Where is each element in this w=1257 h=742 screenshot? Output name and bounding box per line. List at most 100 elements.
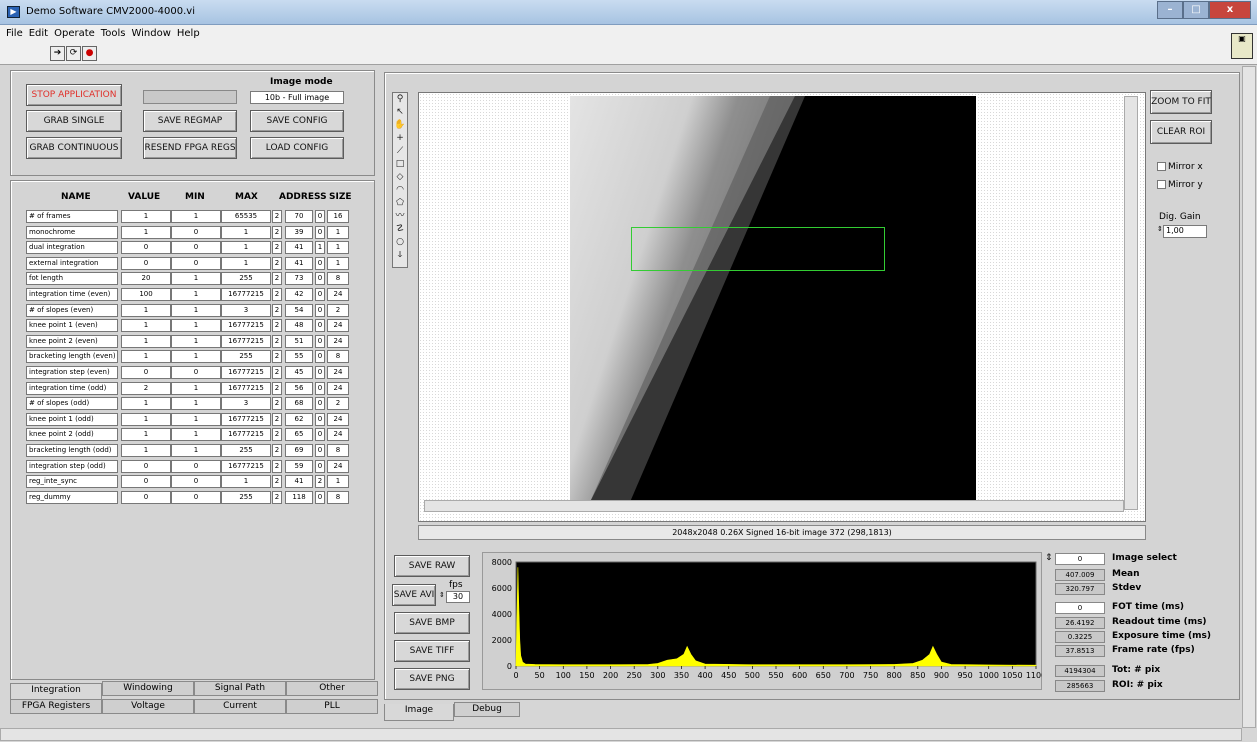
tab-voltage[interactable]: Voltage <box>102 699 194 714</box>
line-icon[interactable]: ⟋ <box>394 146 406 158</box>
stat-value[interactable]: 0 <box>1055 553 1105 565</box>
cell-address-bank[interactable]: 2 <box>272 241 282 255</box>
cell-address[interactable]: 48 <box>285 319 313 333</box>
cell-value[interactable]: 0 <box>121 459 171 473</box>
cell-max[interactable]: 16777215 <box>221 319 271 333</box>
cell-min[interactable]: 1 <box>171 210 221 223</box>
cell-size[interactable]: 24 <box>327 366 349 379</box>
cell-address[interactable]: 59 <box>285 459 313 473</box>
mirror-y-checkbox[interactable] <box>1157 180 1166 189</box>
cell-address-bank[interactable]: 2 <box>272 397 282 411</box>
cell-max[interactable]: 16777215 <box>221 412 271 426</box>
cell-size[interactable]: 1 <box>327 225 349 239</box>
freehand-icon[interactable]: 〰 <box>394 211 406 223</box>
cell-address[interactable]: 41 <box>285 241 313 255</box>
cell-bit[interactable]: 0 <box>315 288 325 301</box>
cell-min[interactable]: 0 <box>171 225 221 239</box>
pan-icon[interactable]: ✋ <box>394 120 406 132</box>
cell-bit[interactable]: 0 <box>315 459 325 473</box>
grab-single-button[interactable]: GRAB SINGLE <box>26 110 122 132</box>
cell-max[interactable]: 16777215 <box>221 334 271 348</box>
save-raw-button[interactable]: SAVE RAW <box>394 555 470 577</box>
resend-fpga-regs-button[interactable]: RESEND FPGA REGS <box>143 137 237 159</box>
tab-other[interactable]: Other <box>286 681 378 696</box>
cell-address-bank[interactable]: 2 <box>272 334 282 348</box>
cell-value[interactable]: 1 <box>121 319 171 333</box>
cell-max[interactable]: 255 <box>221 350 271 364</box>
cell-bit[interactable]: 0 <box>315 350 325 364</box>
image-mode-select[interactable]: 10b - Full image <box>250 91 344 104</box>
cell-address[interactable]: 118 <box>285 490 313 504</box>
cell-min[interactable]: 1 <box>171 381 221 395</box>
cell-address-bank[interactable]: 2 <box>272 225 282 239</box>
cell-max[interactable]: 1 <box>221 225 271 239</box>
cell-size[interactable]: 24 <box>327 381 349 395</box>
cell-address-bank[interactable]: 2 <box>272 381 282 395</box>
crosshair-icon[interactable]: + <box>394 133 406 145</box>
image-horizontal-scrollbar[interactable] <box>424 500 1124 512</box>
image-select-spinner-icon[interactable]: ⇕ <box>1045 553 1053 563</box>
cell-value[interactable]: 1 <box>121 428 171 442</box>
cell-address[interactable]: 65 <box>285 428 313 442</box>
cell-address[interactable]: 73 <box>285 272 313 286</box>
cell-size[interactable]: 2 <box>327 303 349 317</box>
cell-size[interactable]: 24 <box>327 459 349 473</box>
cell-value[interactable]: 1 <box>121 225 171 239</box>
tab-debug[interactable]: Debug <box>454 702 520 717</box>
cell-min[interactable]: 0 <box>171 459 221 473</box>
cell-bit[interactable]: 0 <box>315 490 325 504</box>
cell-size[interactable]: 1 <box>327 475 349 489</box>
save-regmap-button[interactable]: SAVE REGMAP <box>143 110 237 132</box>
cell-size[interactable]: 8 <box>327 350 349 364</box>
menu-window[interactable]: Window <box>131 28 170 39</box>
menu-tools[interactable]: Tools <box>101 28 126 39</box>
cell-max[interactable]: 16777215 <box>221 366 271 379</box>
tab-image[interactable]: Image <box>384 704 454 721</box>
cell-max[interactable]: 16777215 <box>221 288 271 301</box>
cell-value[interactable]: 1 <box>121 412 171 426</box>
abort-icon[interactable]: ● <box>82 46 97 61</box>
cell-address[interactable]: 55 <box>285 350 313 364</box>
cell-min[interactable]: 0 <box>171 490 221 504</box>
menu-help[interactable]: Help <box>177 28 200 39</box>
cell-size[interactable]: 8 <box>327 490 349 504</box>
cell-value[interactable]: 1 <box>121 210 171 223</box>
cell-address-bank[interactable]: 2 <box>272 459 282 473</box>
cell-bit[interactable]: 0 <box>315 256 325 270</box>
cell-address[interactable]: 56 <box>285 381 313 395</box>
cell-address[interactable]: 39 <box>285 225 313 239</box>
cell-value[interactable]: 0 <box>121 256 171 270</box>
cell-max[interactable]: 255 <box>221 490 271 504</box>
cell-size[interactable]: 1 <box>327 241 349 255</box>
cell-min[interactable]: 1 <box>171 319 221 333</box>
tab-windowing[interactable]: Windowing <box>102 681 194 696</box>
cell-address[interactable]: 41 <box>285 475 313 489</box>
cell-value[interactable]: 1 <box>121 303 171 317</box>
cell-min[interactable]: 0 <box>171 241 221 255</box>
cell-min[interactable]: 1 <box>171 334 221 348</box>
cell-address-bank[interactable]: 2 <box>272 256 282 270</box>
roi-rectangle[interactable] <box>631 227 885 271</box>
cell-bit[interactable]: 0 <box>315 210 325 223</box>
stop-application-button[interactable]: STOP APPLICATION <box>26 84 122 106</box>
clear-roi-button[interactable]: CLEAR ROI <box>1150 120 1212 144</box>
polygon-icon[interactable]: ⬠ <box>394 198 406 210</box>
cell-address-bank[interactable]: 2 <box>272 350 282 364</box>
cell-size[interactable]: 1 <box>327 256 349 270</box>
cell-min[interactable]: 0 <box>171 475 221 489</box>
cell-address[interactable]: 45 <box>285 366 313 379</box>
save-tiff-button[interactable]: SAVE TIFF <box>394 640 470 662</box>
cell-size[interactable]: 2 <box>327 397 349 411</box>
cell-bit[interactable]: 0 <box>315 428 325 442</box>
cell-value[interactable]: 1 <box>121 334 171 348</box>
broken-line-icon[interactable]: ☡ <box>394 224 406 236</box>
cell-size[interactable]: 24 <box>327 412 349 426</box>
menu-file[interactable]: File <box>6 28 23 39</box>
tab-fpga-registers[interactable]: FPGA Registers <box>10 699 102 714</box>
cell-max[interactable]: 65535 <box>221 210 271 223</box>
cell-min[interactable]: 1 <box>171 412 221 426</box>
cell-bit[interactable]: 0 <box>315 225 325 239</box>
cell-address-bank[interactable]: 2 <box>272 444 282 457</box>
cell-min[interactable]: 1 <box>171 397 221 411</box>
fps-input[interactable]: 30 <box>446 591 470 603</box>
